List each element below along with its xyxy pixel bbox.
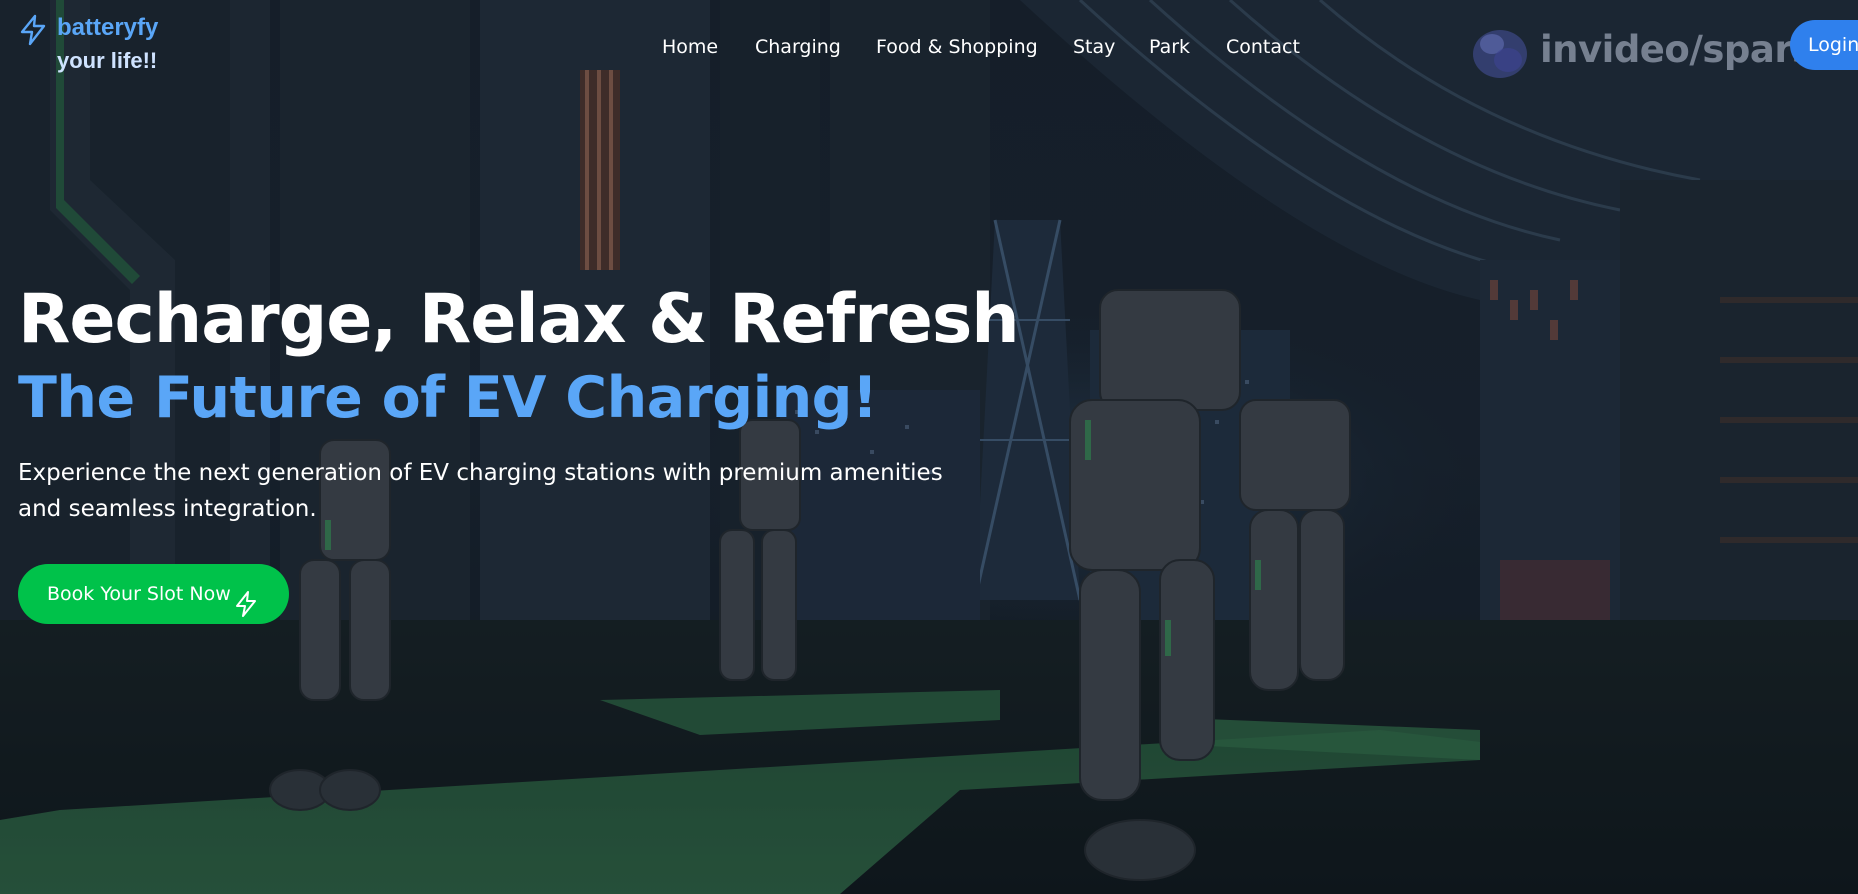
hero-description: Experience the next generation of EV cha… [18, 460, 943, 522]
nav-park[interactable]: Park [1149, 32, 1190, 62]
hero-background-image [0, 0, 1858, 894]
brand-name: batteryfy [57, 14, 159, 41]
book-slot-label: Book Your Slot Now [47, 583, 231, 605]
lightning-bolt-icon [234, 581, 258, 617]
nav-charging[interactable]: Charging [755, 32, 841, 62]
nav-stay[interactable]: Stay [1073, 32, 1115, 62]
brand-tagline: your life!! [57, 48, 158, 73]
nav-food-shopping[interactable]: Food & Shopping [876, 32, 1038, 62]
watermark-text: invideo/spars [1540, 28, 1814, 71]
brand-logo[interactable]: batteryfy your life!! [18, 12, 188, 78]
nav-contact[interactable]: Contact [1226, 32, 1300, 62]
lightning-bolt-icon [18, 14, 48, 46]
invideo-watermark: invideo/spars [1470, 22, 1814, 82]
hero-subtitle: The Future of EV Charging! [18, 365, 878, 431]
site-header: batteryfy your life!! Home Charging Food… [0, 0, 1858, 92]
book-slot-button[interactable]: Book Your Slot Now [18, 564, 289, 624]
login-button[interactable]: Login [1790, 20, 1858, 70]
invideo-logo-icon [1470, 24, 1532, 80]
nav-home[interactable]: Home [662, 32, 718, 62]
hero-title: Recharge, Relax & Refresh [18, 280, 1020, 359]
